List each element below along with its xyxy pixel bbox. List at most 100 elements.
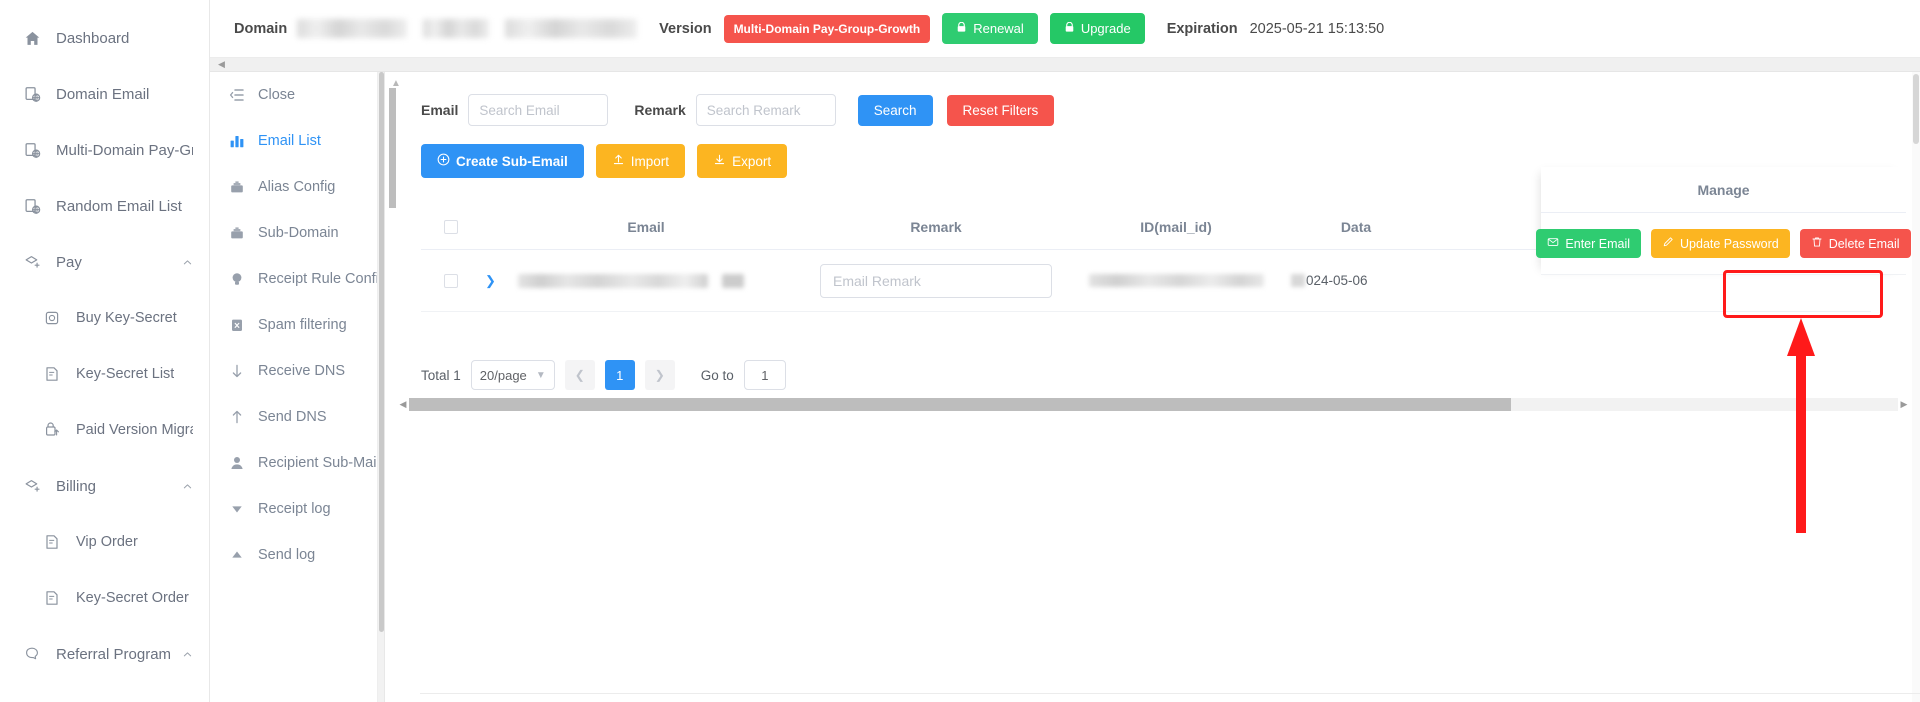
filter-bar: Email Remark Search Reset Filters [385,72,1920,126]
sidebar-item-buy-key-secret[interactable]: Buy Key-Secret [0,290,209,346]
submenu-item-email-list[interactable]: Email List [210,118,384,164]
chevron-right-icon[interactable]: ❯ [485,273,496,289]
domain-email-icon [22,84,42,104]
sidebar-item-key-secret-list[interactable]: Key-Secret List [0,346,209,402]
random-email-icon [22,196,42,216]
column-header-remark: Remark [910,218,962,235]
panel-collapse-strip[interactable]: ◀ [210,58,1920,72]
version-label: Version [659,20,712,37]
submenu-scrollbar-thumb[interactable] [379,72,384,632]
panel-vertical-scrollbar[interactable] [1912,72,1920,702]
submenu-item-receipt-rule-config[interactable]: Receipt Rule Config [210,256,384,302]
page-size-select[interactable]: 20/page ▼ [470,360,555,390]
arrow-down-icon [228,362,246,380]
submenu-scrollbar[interactable] [377,72,384,702]
row-checkbox[interactable] [444,273,458,288]
sidebar-item-domain-email[interactable]: Domain Email [0,66,209,122]
sidebar-item-billing[interactable]: Billing [0,458,209,514]
select-all-header [421,219,481,234]
enter-email-button[interactable]: Enter Email [1536,229,1642,258]
export-button[interactable]: Export [697,144,788,178]
select-all-checkbox[interactable] [444,219,458,234]
prev-page-button[interactable]: ❮ [564,360,595,390]
submenu-item-close[interactable]: Close [210,72,384,118]
page-number-1[interactable]: 1 [604,360,635,390]
sidebar-item-random-email-list[interactable]: Random Email List [0,178,209,234]
chevron-up-icon[interactable] [182,649,193,660]
sidebar-item-label: Domain Email [56,85,150,103]
sidebar-item-label: Billing [56,477,97,495]
enter-email-label: Enter Email [1565,236,1631,251]
plus-circle-icon [437,153,450,169]
home-icon [22,28,42,48]
update-password-label: Update Password [1680,236,1779,251]
sidebar-item-paid-version-migration[interactable]: Paid Version Migration [0,402,209,458]
next-page-button[interactable]: ❯ [644,360,675,390]
submenu-item-send-dns[interactable]: Send DNS [210,394,384,440]
main-sidebar: Dashboard Domain Email Multi-Domain Pay-G r… [0,0,210,702]
submenu-item-recipient-sub-mail[interactable]: Recipient Sub-Mail [210,440,384,486]
sidebar-item-key-secret-order[interactable]: Key-Secret Order [0,570,209,626]
submenu-item-send-log[interactable]: Send log [210,532,384,578]
bulb-icon [228,270,246,288]
import-button[interactable]: Import [595,144,686,178]
content-area: Domain Version Multi-Domain Pay-Group-Gr… [210,0,1920,702]
sidebar-item-label: Multi-Domain Pay-Group [56,141,193,159]
sidebar-item-vip-order[interactable]: Vip Order [0,514,209,570]
row-select-cell [421,273,481,288]
submenu-item-label: Receipt Rule Config [258,271,385,287]
chevron-up-icon[interactable] [182,481,193,492]
bag-icon-2 [1064,21,1075,36]
order-icon [42,532,62,552]
hscroll-left-icon[interactable]: ◀ [397,399,409,410]
goto-page-input[interactable] [743,360,786,390]
delete-email-label: Delete Email [1828,236,1900,251]
briefcase-icon [228,224,246,242]
submenu-item-spam-filtering[interactable]: Spam filtering [210,302,384,348]
sidebar-item-label: Key-Secret List [76,366,175,382]
reset-filters-button[interactable]: Reset Filters [946,94,1055,126]
sidebar-item-referral-program[interactable]: Referral Program [0,682,209,702]
user-icon [228,454,246,472]
upload-icon [612,153,625,169]
chevron-left-icon[interactable]: ◀ [218,60,225,69]
data-value-redacted-prefix [1291,274,1305,287]
sidebar-item-dashboard[interactable]: Dashboard [0,10,209,66]
hscroll-thumb[interactable] [409,398,1511,411]
create-sub-email-button[interactable]: Create Sub-Email [421,144,584,178]
submenu-item-receipt-log[interactable]: Receipt log [210,486,384,532]
triangle-up-icon [228,546,246,564]
bar-chart-icon [228,132,246,150]
chevron-up-icon[interactable] [182,257,193,268]
hscroll-track[interactable] [409,398,1898,411]
triangle-down-icon [228,500,246,518]
submenu-item-sub-domain[interactable]: Sub-Domain [210,210,384,256]
create-sub-email-label: Create Sub-Email [456,153,568,169]
email-remark-input[interactable] [820,263,1052,298]
collapse-menu-icon [228,86,246,104]
update-password-button[interactable]: Update Password [1651,229,1790,258]
submenu-item-label: Send log [258,547,316,563]
renewal-button[interactable]: Renewal [942,13,1038,44]
sidebar-item-multi-domain-pay-group[interactable]: Multi-Domain Pay-Group [0,122,209,178]
trash-icon [1811,236,1823,251]
search-remark-input[interactable] [695,94,836,126]
sidebar-item-referral-program[interactable]: Referral Program [0,626,209,682]
submenu-item-alias-config[interactable]: Alias Config [210,164,384,210]
delete-email-button[interactable]: Delete Email [1799,229,1911,258]
row-action-buttons: Enter Email Update Password Delete Email [1536,213,1911,275]
table-horizontal-scrollbar[interactable]: ◀ ▶ [397,397,1910,412]
search-button[interactable]: Search [857,94,933,126]
upgrade-button[interactable]: Upgrade [1049,13,1145,44]
search-email-input[interactable] [468,94,609,126]
sidebar-item-pay[interactable]: Pay [0,234,209,290]
panel-vertical-scrollbar-thumb[interactable] [1913,74,1919,144]
buy-key-icon [42,308,62,328]
pagination: Total 1 20/page ▼ ❮ 1 ❯ Go to [421,360,1920,390]
panel-left-scrollbar-thumb[interactable] [389,88,396,208]
submenu-item-label: Recipient Sub-Mail [258,455,380,471]
order-icon [42,588,62,608]
hscroll-right-icon[interactable]: ▶ [1898,399,1910,410]
submenu-item-label: Email List [258,133,321,149]
submenu-item-receive-dns[interactable]: Receive DNS [210,348,384,394]
